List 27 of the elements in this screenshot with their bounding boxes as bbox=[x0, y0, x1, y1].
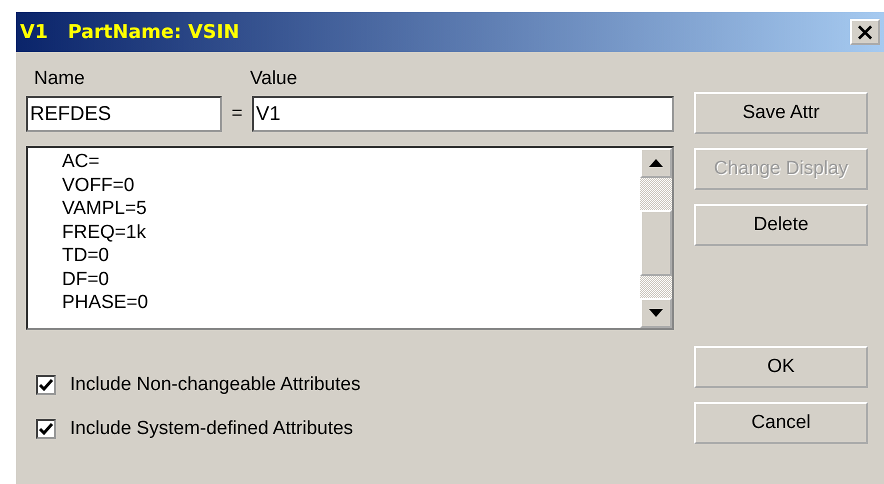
scroll-up-icon[interactable] bbox=[640, 148, 672, 178]
equals-sign: = bbox=[230, 103, 244, 125]
dialog-button[interactable]: OK bbox=[694, 346, 868, 388]
attribute-item[interactable]: TD=0 bbox=[62, 244, 640, 268]
scroll-down-icon[interactable] bbox=[640, 298, 672, 328]
scroll-thumb[interactable] bbox=[640, 210, 672, 276]
attribute-item[interactable]: AC= bbox=[62, 150, 640, 174]
close-button[interactable]: × bbox=[850, 19, 880, 45]
attribute-item[interactable]: PHASE=0 bbox=[62, 291, 640, 314]
checkbox[interactable] bbox=[36, 375, 56, 395]
attribute-list[interactable]: AC= VOFF=0 VAMPL=5 FREQ=1k TD=0 DF=0 PHASE=0 bbox=[26, 146, 674, 330]
dialog-button[interactable]: Cancel bbox=[694, 402, 868, 444]
dialog-button[interactable]: Save Attr bbox=[694, 92, 868, 134]
attribute-item[interactable]: VOFF=0 bbox=[62, 174, 640, 197]
name-label: Name bbox=[34, 68, 86, 90]
attribute-item[interactable]: VAMPL=5 bbox=[62, 197, 640, 220]
dialog-button[interactable]: Delete bbox=[694, 204, 868, 246]
attribute-item[interactable]: FREQ=1k bbox=[62, 220, 640, 244]
name-field[interactable]: REFDES bbox=[26, 96, 222, 132]
checkbox-label: Include Non-changeable Attributes bbox=[70, 374, 360, 396]
checkbox[interactable] bbox=[36, 419, 56, 439]
value-field[interactable]: V1 bbox=[252, 96, 674, 132]
attribute-item[interactable]: DF=0 bbox=[62, 268, 640, 291]
window-title: V1 PartName: VSIN bbox=[20, 21, 240, 43]
checkbox-label: Include System-defined Attributes bbox=[70, 418, 354, 440]
scrollbar[interactable] bbox=[640, 148, 672, 328]
value-label: Value bbox=[250, 68, 298, 90]
